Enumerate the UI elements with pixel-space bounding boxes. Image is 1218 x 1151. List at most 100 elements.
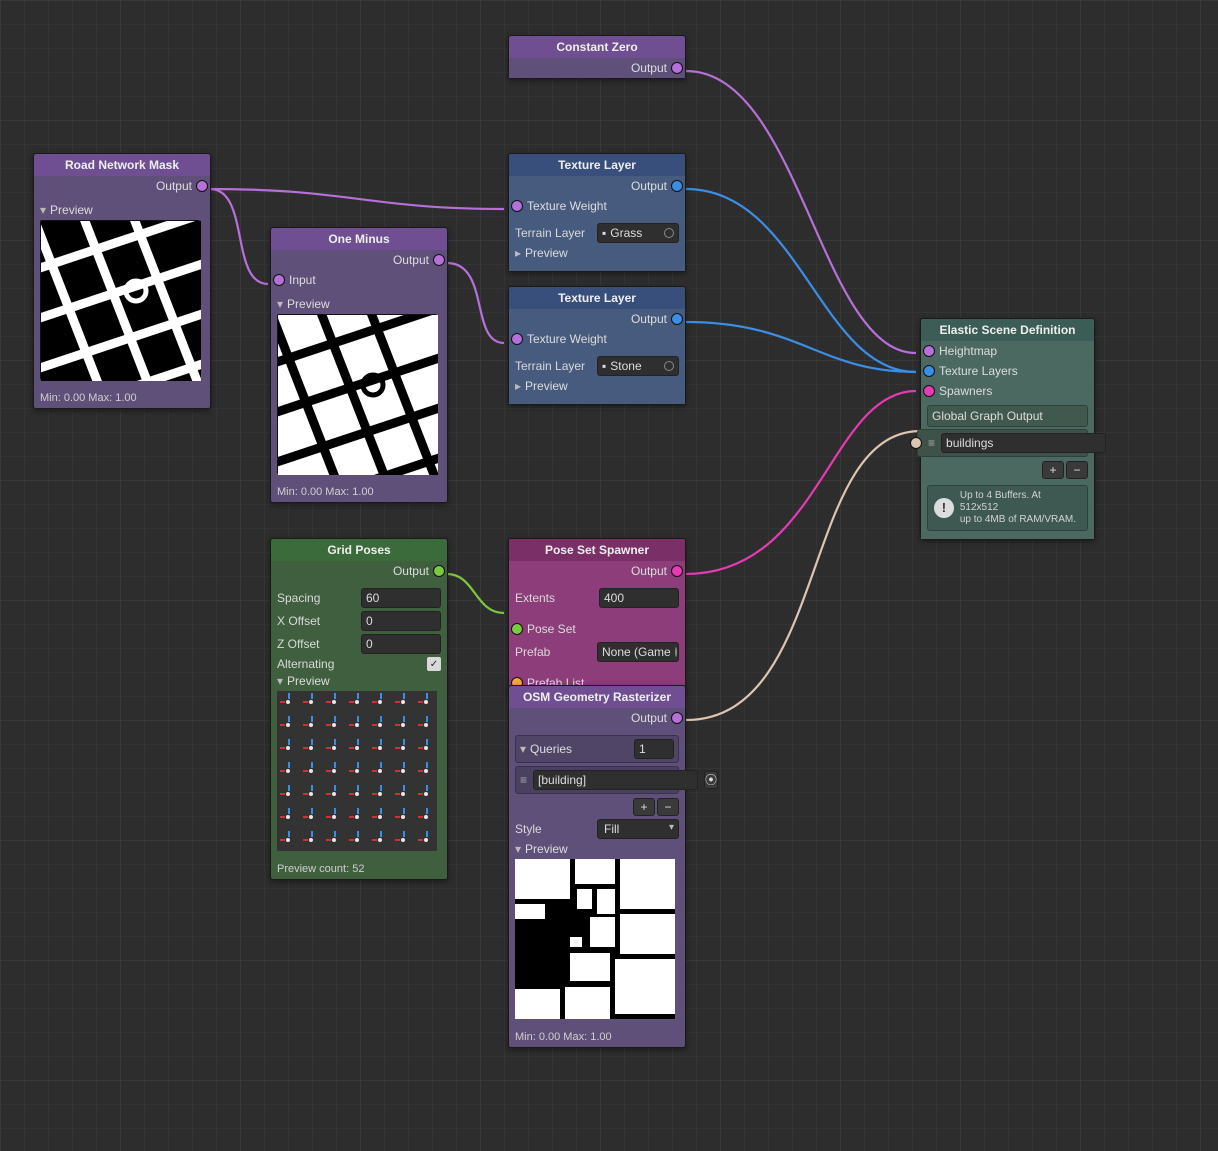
output-label: Output (631, 179, 667, 193)
foldout-icon[interactable]: ▾ (277, 674, 283, 688)
preview-label: Preview (525, 379, 568, 393)
node-elastic-scene-definition[interactable]: Elastic Scene Definition Heightmap Textu… (920, 318, 1095, 540)
node-constant-zero[interactable]: Constant Zero Output (508, 35, 686, 79)
output-port[interactable] (671, 313, 683, 325)
node-title[interactable]: Elastic Scene Definition (921, 319, 1094, 341)
output-port[interactable] (671, 565, 683, 577)
query-link-button[interactable]: ⦿ (704, 771, 718, 789)
zoffset-label: Z Offset (277, 637, 319, 651)
output-label: Output (393, 253, 429, 267)
buildings-input[interactable] (941, 433, 1106, 453)
terrain-layer-label: Terrain Layer (515, 359, 585, 373)
node-texture-layer-stone[interactable]: Texture Layer Output Texture Weight Terr… (508, 286, 686, 405)
info-icon: ! (934, 498, 954, 518)
foldout-icon[interactable]: ▾ (277, 297, 283, 311)
foldout-icon[interactable]: ▸ (515, 246, 521, 260)
node-one-minus[interactable]: One Minus Output Input ▾Preview (270, 227, 448, 503)
texture-weight-label: Texture Weight (527, 332, 607, 346)
output-port[interactable] (671, 712, 683, 724)
heightmap-port[interactable] (923, 345, 935, 357)
queries-count-input[interactable] (634, 739, 674, 759)
drag-handle-icon[interactable]: ≡ (520, 773, 527, 787)
texture-weight-port[interactable] (511, 200, 523, 212)
output-port[interactable] (196, 180, 208, 192)
output-port[interactable] (671, 62, 683, 74)
foldout-icon[interactable]: ▾ (40, 203, 46, 217)
foldout-icon[interactable]: ▸ (515, 379, 521, 393)
output-label: Output (631, 312, 667, 326)
alternating-label: Alternating (277, 657, 334, 671)
extents-input[interactable] (599, 588, 679, 608)
alternating-checkbox[interactable]: ✓ (427, 657, 441, 671)
queries-foldout-icon[interactable]: ▾ (520, 742, 526, 756)
texture-weight-label: Texture Weight (527, 199, 607, 213)
preview-minmax: Min: 0.00 Max: 1.00 (271, 482, 447, 502)
pose-set-port[interactable] (511, 623, 523, 635)
node-grid-poses[interactable]: Grid Poses Output Spacing X Offset Z Off… (270, 538, 448, 880)
preview-label: Preview (287, 297, 330, 311)
object-picker-icon[interactable] (664, 228, 674, 238)
output-label: Output (393, 564, 429, 578)
style-label: Style (515, 822, 542, 836)
terrain-layer-label: Terrain Layer (515, 226, 585, 240)
texture-weight-port[interactable] (511, 333, 523, 345)
output-label: Output (156, 179, 192, 193)
foldout-icon[interactable]: ▾ (515, 842, 521, 856)
query-item-input[interactable] (533, 770, 698, 790)
node-title[interactable]: Texture Layer (509, 287, 685, 309)
heightmap-label: Heightmap (939, 344, 997, 358)
spawners-label: Spawners (939, 384, 992, 398)
preview-image (277, 691, 437, 851)
output-port[interactable] (671, 180, 683, 192)
node-title[interactable]: Road Network Mask (34, 154, 210, 176)
style-select[interactable]: Fill (597, 819, 679, 839)
preview-label: Preview (287, 674, 330, 688)
node-title[interactable]: Grid Poses (271, 539, 447, 561)
preview-image (277, 314, 437, 474)
terrain-layer-field[interactable]: ▪ Stone (597, 356, 679, 376)
node-title[interactable]: Constant Zero (509, 36, 685, 58)
add-button[interactable]: + (1042, 461, 1064, 479)
xoffset-label: X Offset (277, 614, 320, 628)
output-port[interactable] (433, 565, 445, 577)
xoffset-input[interactable] (361, 611, 441, 631)
remove-button[interactable]: − (1066, 461, 1088, 479)
query-add-button[interactable]: + (633, 798, 655, 816)
preview-image (40, 220, 200, 380)
input-port[interactable] (273, 274, 285, 286)
spawners-port[interactable] (923, 385, 935, 397)
preview-count: Preview count: 52 (271, 859, 447, 879)
zoffset-input[interactable] (361, 634, 441, 654)
info-banner: ! Up to 4 Buffers. At 512x512up to 4MB o… (927, 485, 1088, 531)
buildings-port[interactable] (910, 437, 922, 449)
preview-image (515, 859, 675, 1019)
pose-set-label: Pose Set (527, 622, 576, 636)
node-title[interactable]: One Minus (271, 228, 447, 250)
texture-layers-port[interactable] (923, 365, 935, 377)
terrain-layer-field[interactable]: ▪ Grass (597, 223, 679, 243)
node-road-network-mask[interactable]: Road Network Mask Output ▾ Preview (33, 153, 211, 409)
global-graph-output-header: Global Graph Output (927, 405, 1088, 427)
preview-label: Preview (50, 203, 93, 217)
preview-label: Preview (525, 246, 568, 260)
output-port[interactable] (433, 254, 445, 266)
node-texture-layer-grass[interactable]: Texture Layer Output Texture Weight Terr… (508, 153, 686, 272)
output-label: Output (631, 61, 667, 75)
extents-label: Extents (515, 591, 555, 605)
node-osm-geometry-rasterizer[interactable]: OSM Geometry Rasterizer Output ▾Queries … (508, 685, 686, 1048)
spacing-input[interactable] (361, 588, 441, 608)
node-pose-set-spawner[interactable]: Pose Set Spawner Output Extents Pose Set… (508, 538, 686, 694)
object-picker-icon[interactable] (675, 647, 677, 657)
queries-label: Queries (530, 742, 572, 756)
prefab-field[interactable]: None (Game (597, 642, 679, 662)
output-label: Output (631, 564, 667, 578)
query-remove-button[interactable]: − (657, 798, 679, 816)
drag-handle-icon[interactable]: ≡ (928, 436, 935, 450)
node-title[interactable]: Pose Set Spawner (509, 539, 685, 561)
prefab-label: Prefab (515, 645, 550, 659)
preview-minmax: Min: 0.00 Max: 1.00 (34, 388, 210, 408)
texture-layers-label: Texture Layers (939, 364, 1018, 378)
object-picker-icon[interactable] (664, 361, 674, 371)
node-title[interactable]: Texture Layer (509, 154, 685, 176)
node-title[interactable]: OSM Geometry Rasterizer (509, 686, 685, 708)
